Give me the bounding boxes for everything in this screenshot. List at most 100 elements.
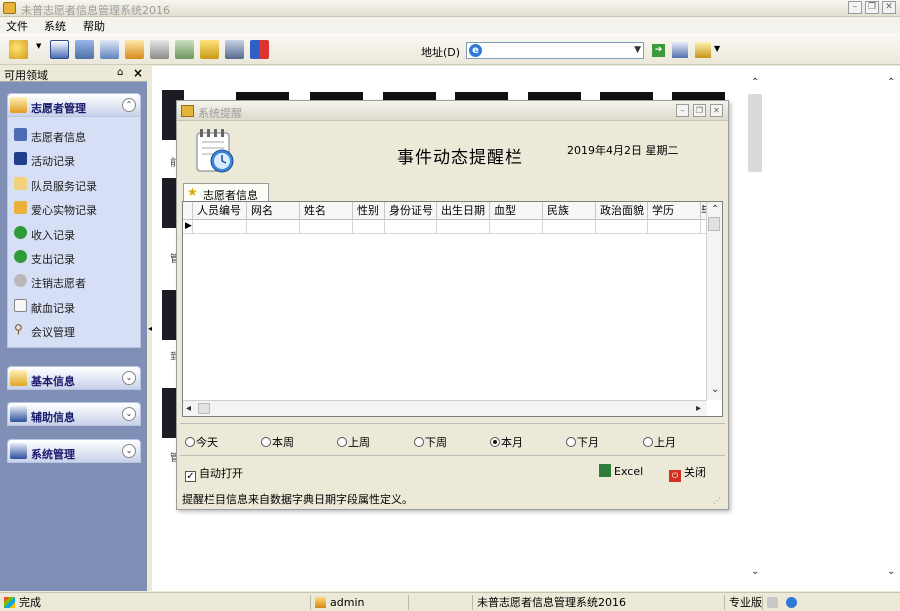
close-window-button[interactable]: ✕ xyxy=(882,1,896,14)
grid-cell[interactable] xyxy=(300,220,353,234)
settings-icon[interactable] xyxy=(695,42,711,58)
column-header[interactable]: 民族 xyxy=(543,202,596,220)
grid-cell[interactable] xyxy=(353,220,385,234)
column-header[interactable]: 出生日期 xyxy=(437,202,490,220)
open-folder-icon[interactable] xyxy=(9,40,28,59)
grid-cell[interactable] xyxy=(247,220,300,234)
pin-icon[interactable]: ⌂ xyxy=(117,67,123,78)
dropdown-arrow-icon[interactable]: ▼ xyxy=(36,42,41,50)
nav-activity-records[interactable]: 活动记录 xyxy=(8,147,140,171)
column-header[interactable]: 学历 xyxy=(648,202,701,220)
maximize-button[interactable]: ❐ xyxy=(865,1,879,14)
nav-expense-records[interactable]: 支出记录 xyxy=(8,245,140,269)
grid-vertical-scrollbar[interactable]: ⌃ ⌄ xyxy=(706,202,722,400)
radio-this-week[interactable]: 本周 xyxy=(261,434,294,450)
favorites-icon[interactable] xyxy=(672,42,688,58)
report-icon[interactable] xyxy=(100,40,119,59)
scrollbar-thumb[interactable] xyxy=(748,94,762,172)
address-input[interactable]: e ▼ xyxy=(466,42,644,59)
grid-horizontal-scrollbar[interactable]: ◂ ▸ xyxy=(183,400,707,416)
calendar-clock-icon xyxy=(196,129,234,173)
radio-next-month[interactable]: 下月 xyxy=(566,434,599,450)
group-header[interactable]: 系统管理 ⌄ xyxy=(7,439,141,463)
list-view-icon[interactable] xyxy=(50,40,69,59)
dialog-window-controls: – ❐ ✕ xyxy=(676,104,723,117)
column-header[interactable]: 身份证号 xyxy=(385,202,437,220)
magnifier-icon: ⚲ xyxy=(14,322,23,337)
radio-last-week[interactable]: 上周 xyxy=(337,434,370,450)
tools-icon[interactable] xyxy=(175,40,194,59)
maximize-button[interactable]: ❐ xyxy=(693,104,706,117)
group-header[interactable]: 志愿者管理 ⌃ xyxy=(7,93,141,117)
scrollbar-thumb[interactable] xyxy=(198,403,210,414)
grid-cell[interactable] xyxy=(437,220,490,234)
auto-open-checkbox[interactable]: ✓ 自动打开 xyxy=(185,465,243,482)
radio-last-month[interactable]: 上月 xyxy=(643,434,676,450)
grid-cell[interactable] xyxy=(648,220,701,234)
minimize-button[interactable]: – xyxy=(676,104,689,117)
scrollbar-thumb[interactable] xyxy=(708,217,720,231)
table-row[interactable]: ▶ xyxy=(183,220,707,234)
scroll-up-icon[interactable]: ⌃ xyxy=(887,77,895,88)
menu-system[interactable]: 系统 xyxy=(44,18,66,34)
nav-blood-donation[interactable]: 献血记录 xyxy=(8,294,140,318)
scroll-down-icon[interactable]: ⌄ xyxy=(751,566,759,577)
grid-cell[interactable] xyxy=(193,220,247,234)
close-button[interactable]: ⏻ 关闭 xyxy=(669,464,706,482)
scroll-up-icon[interactable]: ⌃ xyxy=(711,204,719,215)
scroll-down-icon[interactable]: ⌄ xyxy=(887,566,895,577)
exit-icon[interactable] xyxy=(250,40,269,59)
export-excel-button[interactable]: Excel xyxy=(599,464,643,478)
close-icon[interactable]: × xyxy=(133,66,143,80)
radio-next-week[interactable]: 下周 xyxy=(414,434,447,450)
scroll-up-icon[interactable]: ⌃ xyxy=(751,77,759,88)
nav-donation-records[interactable]: 爱心实物记录 xyxy=(8,196,140,220)
home-icon[interactable] xyxy=(125,40,144,59)
chevron-down-icon[interactable]: ▼ xyxy=(714,44,720,53)
status-user: admin xyxy=(310,595,406,610)
go-button[interactable]: ➜ xyxy=(652,44,665,57)
nav-cancel-volunteer[interactable]: 注销志愿者 xyxy=(8,269,140,293)
resize-grip-icon[interactable]: ⋰ xyxy=(713,496,721,505)
print-icon[interactable] xyxy=(150,40,169,59)
scroll-left-icon[interactable]: ◂ xyxy=(186,403,191,414)
group-header[interactable]: 辅助信息 ⌄ xyxy=(7,402,141,426)
grid-cell[interactable] xyxy=(385,220,437,234)
dialog-title-bar[interactable]: 系统提醒 – ❐ ✕ xyxy=(177,101,728,121)
nav-meeting-management[interactable]: ⚲ 会议管理 xyxy=(8,318,140,342)
minimize-button[interactable]: – xyxy=(848,1,862,14)
column-header[interactable]: 血型 xyxy=(490,202,543,220)
grid-cell[interactable] xyxy=(490,220,543,234)
column-header[interactable]: 人员编号 xyxy=(193,202,247,220)
user-icon[interactable] xyxy=(225,40,244,59)
column-header[interactable]: 姓名 xyxy=(300,202,353,220)
lock-icon[interactable] xyxy=(200,40,219,59)
nav-volunteer-info[interactable]: 志愿者信息 xyxy=(8,123,140,147)
income-icon xyxy=(14,225,27,239)
expand-icon[interactable]: ⌄ xyxy=(122,371,136,385)
chevron-down-icon[interactable]: ▼ xyxy=(634,45,641,55)
column-header[interactable]: 政治面貌 xyxy=(596,202,648,220)
radio-icon xyxy=(261,437,271,447)
period-filter: 今天 本周 上周 下周 本月 下月 上月 xyxy=(183,432,724,450)
dialog-status-message: 提醒栏目信息来自数据字典日期字段属性定义。 ⋰ xyxy=(182,493,721,506)
expand-icon[interactable]: ⌄ xyxy=(122,407,136,421)
grid-cell[interactable] xyxy=(543,220,596,234)
expand-icon[interactable]: ⌄ xyxy=(122,444,136,458)
database-icon[interactable] xyxy=(75,40,94,59)
radio-today[interactable]: 今天 xyxy=(185,434,218,450)
radio-this-month[interactable]: 本月 xyxy=(490,434,523,450)
column-header[interactable]: 网名 xyxy=(247,202,300,220)
scroll-right-icon[interactable]: ▸ xyxy=(696,403,701,414)
collapse-icon[interactable]: ⌃ xyxy=(122,98,136,112)
menu-file[interactable]: 文件 xyxy=(6,18,28,34)
close-dialog-button[interactable]: ✕ xyxy=(710,104,723,117)
column-header[interactable]: 性别 xyxy=(353,202,385,220)
tab-volunteer-info[interactable]: ★ 志愿者信息(0) xyxy=(183,183,269,216)
nav-income-records[interactable]: 收入记录 xyxy=(8,221,140,245)
group-header[interactable]: 基本信息 ⌄ xyxy=(7,366,141,390)
grid-cell[interactable] xyxy=(596,220,648,234)
scroll-down-icon[interactable]: ⌄ xyxy=(711,384,719,395)
nav-service-records[interactable]: 队员服务记录 xyxy=(8,172,140,196)
menu-help[interactable]: 帮助 xyxy=(83,18,105,34)
